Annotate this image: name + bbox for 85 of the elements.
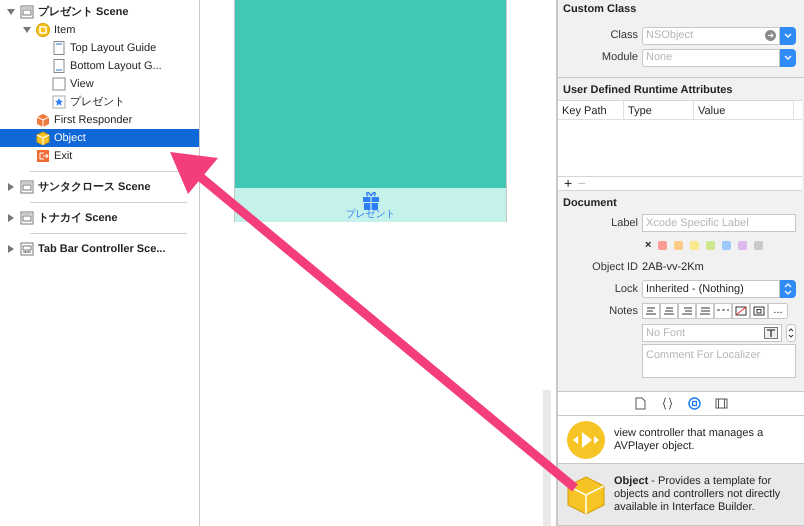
align-right-icon <box>682 307 692 316</box>
color-swatch[interactable] <box>674 240 684 250</box>
bottom-guide-icon <box>52 59 66 73</box>
disclosure-triangle-icon[interactable] <box>6 182 16 192</box>
disclosure-triangle-icon[interactable] <box>6 244 16 254</box>
color-swatch[interactable] <box>658 240 668 250</box>
font-icon <box>764 327 778 340</box>
chevron-down-icon <box>784 54 792 60</box>
disclosure-triangle-icon[interactable] <box>6 7 16 17</box>
outline-row[interactable]: Item <box>0 21 80 39</box>
top-guide-icon <box>52 41 66 55</box>
section-header: Document <box>562 196 618 211</box>
text-box-icon <box>753 306 765 316</box>
scene-icon <box>20 211 34 225</box>
item-description: view controller that manages a AVPlayer object. <box>614 426 764 452</box>
color-swatch[interactable] <box>754 240 764 250</box>
format-button[interactable] <box>732 303 750 320</box>
cube-icon <box>566 474 606 514</box>
dropdown-field[interactable]: Inherited - (Nothing) <box>642 280 780 298</box>
outline-row[interactable]: プレゼント Scene <box>0 3 132 21</box>
play-icon <box>566 420 606 460</box>
outline-row[interactable]: サンタクロース Scene <box>0 178 154 196</box>
outline-row[interactable]: Object <box>0 129 199 147</box>
braces-icon[interactable] <box>661 397 674 410</box>
stepper-icon[interactable] <box>786 324 796 342</box>
outline-row[interactable]: View <box>0 75 98 93</box>
format-button[interactable] <box>750 303 768 320</box>
field-label: Label <box>610 216 638 232</box>
tab-bar-item-label: プレゼント <box>346 210 396 220</box>
format-button[interactable] <box>714 303 732 320</box>
align-center-icon <box>664 307 674 316</box>
justify-icon <box>700 307 710 316</box>
file-icon[interactable] <box>634 397 647 410</box>
dropdown-button[interactable] <box>780 48 796 66</box>
scene-icon <box>20 5 34 19</box>
clear-button[interactable]: × <box>645 237 652 254</box>
field-label: Object ID <box>591 260 638 276</box>
chevron-updown-icon <box>784 283 792 296</box>
cube-icon <box>36 131 50 145</box>
format-button[interactable] <box>696 303 714 320</box>
color-swatch[interactable] <box>706 240 716 250</box>
arrow-circle-icon <box>765 30 776 41</box>
disclosure-triangle-icon[interactable] <box>22 25 32 35</box>
tab-bar-scene-icon <box>20 242 34 256</box>
outline-row[interactable]: First Responder <box>0 111 136 129</box>
field-label: Module <box>600 50 638 66</box>
circle-icon <box>36 23 50 37</box>
scene-icon <box>20 180 34 194</box>
outline-row[interactable]: Tab Bar Controller Sce... <box>0 240 170 258</box>
item-description: Object - Provides a template for objects and controllers not directly available in Interface Builder. <box>614 475 782 514</box>
color-swatch[interactable] <box>738 240 748 250</box>
gift-icon <box>362 190 380 210</box>
dropdown-button[interactable] <box>780 26 796 44</box>
film-icon[interactable] <box>715 397 728 410</box>
field-label: Notes <box>608 304 638 320</box>
column-header: Value <box>694 100 794 119</box>
outline-row[interactable]: Exit <box>0 147 76 165</box>
library-item[interactable]: Object - Provides a template for objects and controllers not directly available in Interface Builder. <box>558 464 804 526</box>
field-label: Class <box>609 28 638 44</box>
more-button[interactable]: ... <box>768 303 788 320</box>
color-swatch[interactable] <box>690 240 700 250</box>
chevron-down-icon <box>784 32 792 38</box>
color-swatch[interactable] <box>722 240 732 250</box>
column-header: Type <box>624 100 694 119</box>
align-left-icon <box>646 307 656 316</box>
outline-row[interactable]: Bottom Layout G... <box>0 57 166 75</box>
add-button[interactable]: + <box>564 172 572 194</box>
star-icon <box>52 95 66 109</box>
format-button[interactable] <box>678 303 696 320</box>
section-header: Custom Class <box>562 2 638 17</box>
outline-row[interactable]: トナカイ Scene <box>0 209 122 227</box>
view-icon <box>52 77 66 91</box>
no-border-icon <box>735 306 747 316</box>
format-button[interactable] <box>642 303 660 320</box>
object-id-value: 2AB-vv-2Km <box>642 260 704 276</box>
outline-row[interactable]: Top Layout Guide <box>0 39 160 57</box>
outline-row[interactable]: プレゼント <box>0 93 129 111</box>
column-header: Key Path <box>558 100 624 119</box>
format-button[interactable] <box>660 303 678 320</box>
section-header: User Defined Runtime Attributes <box>562 83 734 98</box>
stepper-button[interactable] <box>780 280 796 298</box>
exit-icon <box>36 149 50 163</box>
field-label: Lock <box>614 282 638 298</box>
cube-icon <box>36 113 50 127</box>
disclosure-triangle-icon[interactable] <box>6 213 16 223</box>
